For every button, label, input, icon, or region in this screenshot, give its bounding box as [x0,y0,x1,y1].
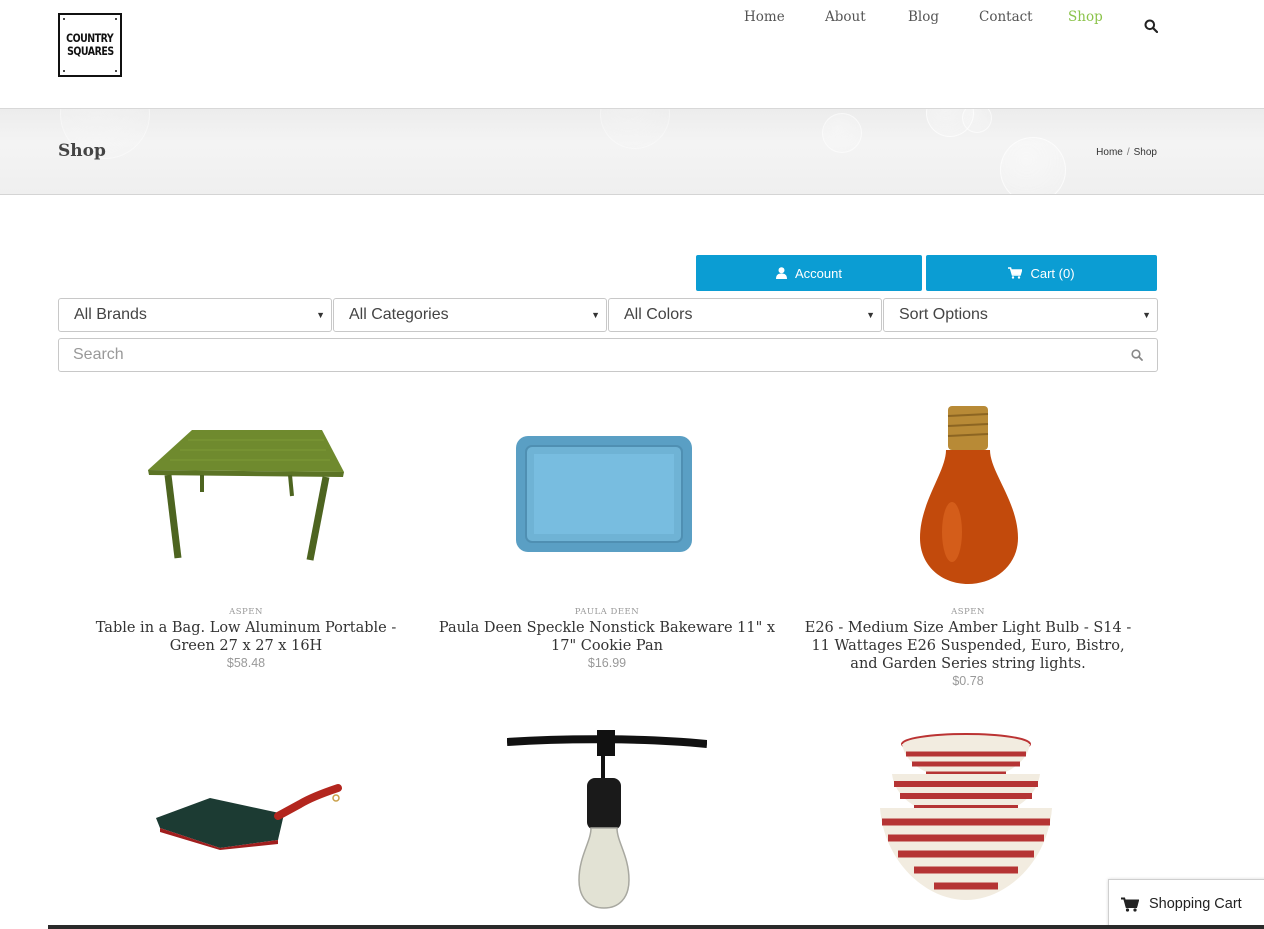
search-icon[interactable] [1131,349,1143,361]
nav-home[interactable]: Home [744,9,785,25]
breadcrumb-current: Shop [1133,147,1157,158]
site-header: COUNTRY SQUARES Home About Blog Contact … [0,0,1264,108]
site-logo[interactable]: COUNTRY SQUARES [58,13,122,77]
product-image-mixing-bowls[interactable] [876,732,1056,904]
chevron-down-icon: ▼ [316,310,325,320]
cart-icon [1121,897,1139,912]
cart-button[interactable]: Cart (0) [926,255,1157,291]
logo-line-2: SQUARES [66,44,114,58]
nav-about[interactable]: About [825,9,866,25]
product-card[interactable]: ASPEN E26 - Medium Size Amber Light Bulb… [798,607,1138,688]
chevron-down-icon: ▼ [1142,310,1151,320]
product-price: $58.48 [226,656,266,670]
user-icon [776,267,787,279]
product-name[interactable]: Table in a Bag. Low Aluminum Portable - … [76,619,416,655]
footer-edge [48,925,1264,929]
cart-icon [1008,267,1023,279]
product-brand: ASPEN [951,607,985,617]
product-image-griddle[interactable] [150,778,346,850]
chevron-down-icon: ▼ [591,310,600,320]
color-select-value: All Colors [624,306,693,323]
product-image-table[interactable] [140,420,350,570]
product-name[interactable]: E26 - Medium Size Amber Light Bulb - S14… [798,619,1138,673]
category-select[interactable]: All Categories ▼ [333,298,607,332]
breadcrumb-home[interactable]: Home [1096,147,1123,158]
cart-label: Cart (0) [1030,265,1075,281]
sort-select[interactable]: Sort Options ▼ [883,298,1158,332]
chevron-down-icon: ▼ [866,310,875,320]
product-image-amber-bulb[interactable] [910,402,1028,588]
breadcrumb: Home / Shop [1096,147,1157,158]
search-icon[interactable] [1144,19,1158,33]
product-image-cookie-pan[interactable] [514,434,694,554]
product-card[interactable]: ASPEN Table in a Bag. Low Aluminum Porta… [76,607,416,670]
brand-select[interactable]: All Brands ▼ [58,298,332,332]
search-box [58,338,1158,372]
product-brand: PAULA DEEN [574,607,640,617]
page-title: Shop [58,141,106,161]
shopping-cart-label: Shopping Cart [1149,896,1242,912]
page-title-bar: Shop Home / Shop [0,108,1264,195]
account-label: Account [795,265,842,281]
search-input[interactable] [73,346,1073,364]
account-button[interactable]: Account [696,255,922,291]
sort-select-value: Sort Options [899,306,988,323]
color-select[interactable]: All Colors ▼ [608,298,882,332]
product-brand: ASPEN [229,607,263,617]
product-price: $0.78 [952,674,984,688]
category-select-value: All Categories [349,306,449,323]
product-price: $16.99 [587,656,627,670]
nav-shop[interactable]: Shop [1068,9,1103,25]
shopping-cart-widget[interactable]: Shopping Cart [1108,879,1264,929]
product-card[interactable]: PAULA DEEN Paula Deen Speckle Nonstick B… [437,607,777,670]
brand-select-value: All Brands [74,306,147,323]
nav-blog[interactable]: Blog [908,9,939,25]
product-image-string-light[interactable] [507,724,707,914]
nav-contact[interactable]: Contact [979,9,1033,25]
product-name[interactable]: Paula Deen Speckle Nonstick Bakeware 11"… [437,619,777,655]
